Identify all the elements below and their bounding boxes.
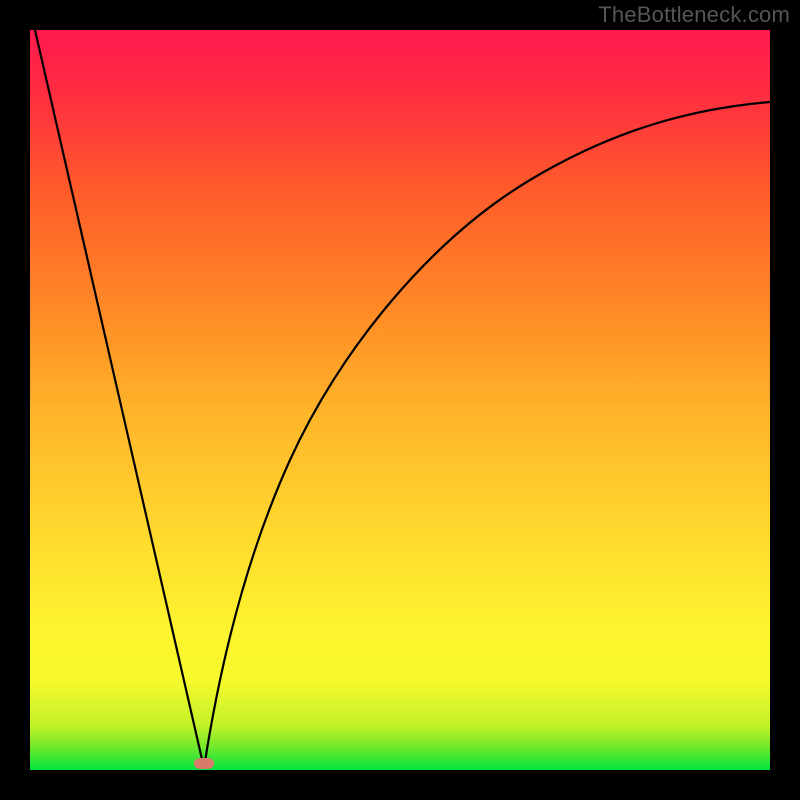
plot-area: [30, 30, 770, 770]
chart-frame: TheBottleneck.com: [0, 0, 800, 800]
curve-left-segment: [35, 30, 204, 768]
curve-right-segment: [204, 102, 770, 768]
watermark-text: TheBottleneck.com: [598, 2, 790, 28]
bottleneck-curve: [30, 30, 770, 770]
trough-marker: [194, 758, 214, 769]
